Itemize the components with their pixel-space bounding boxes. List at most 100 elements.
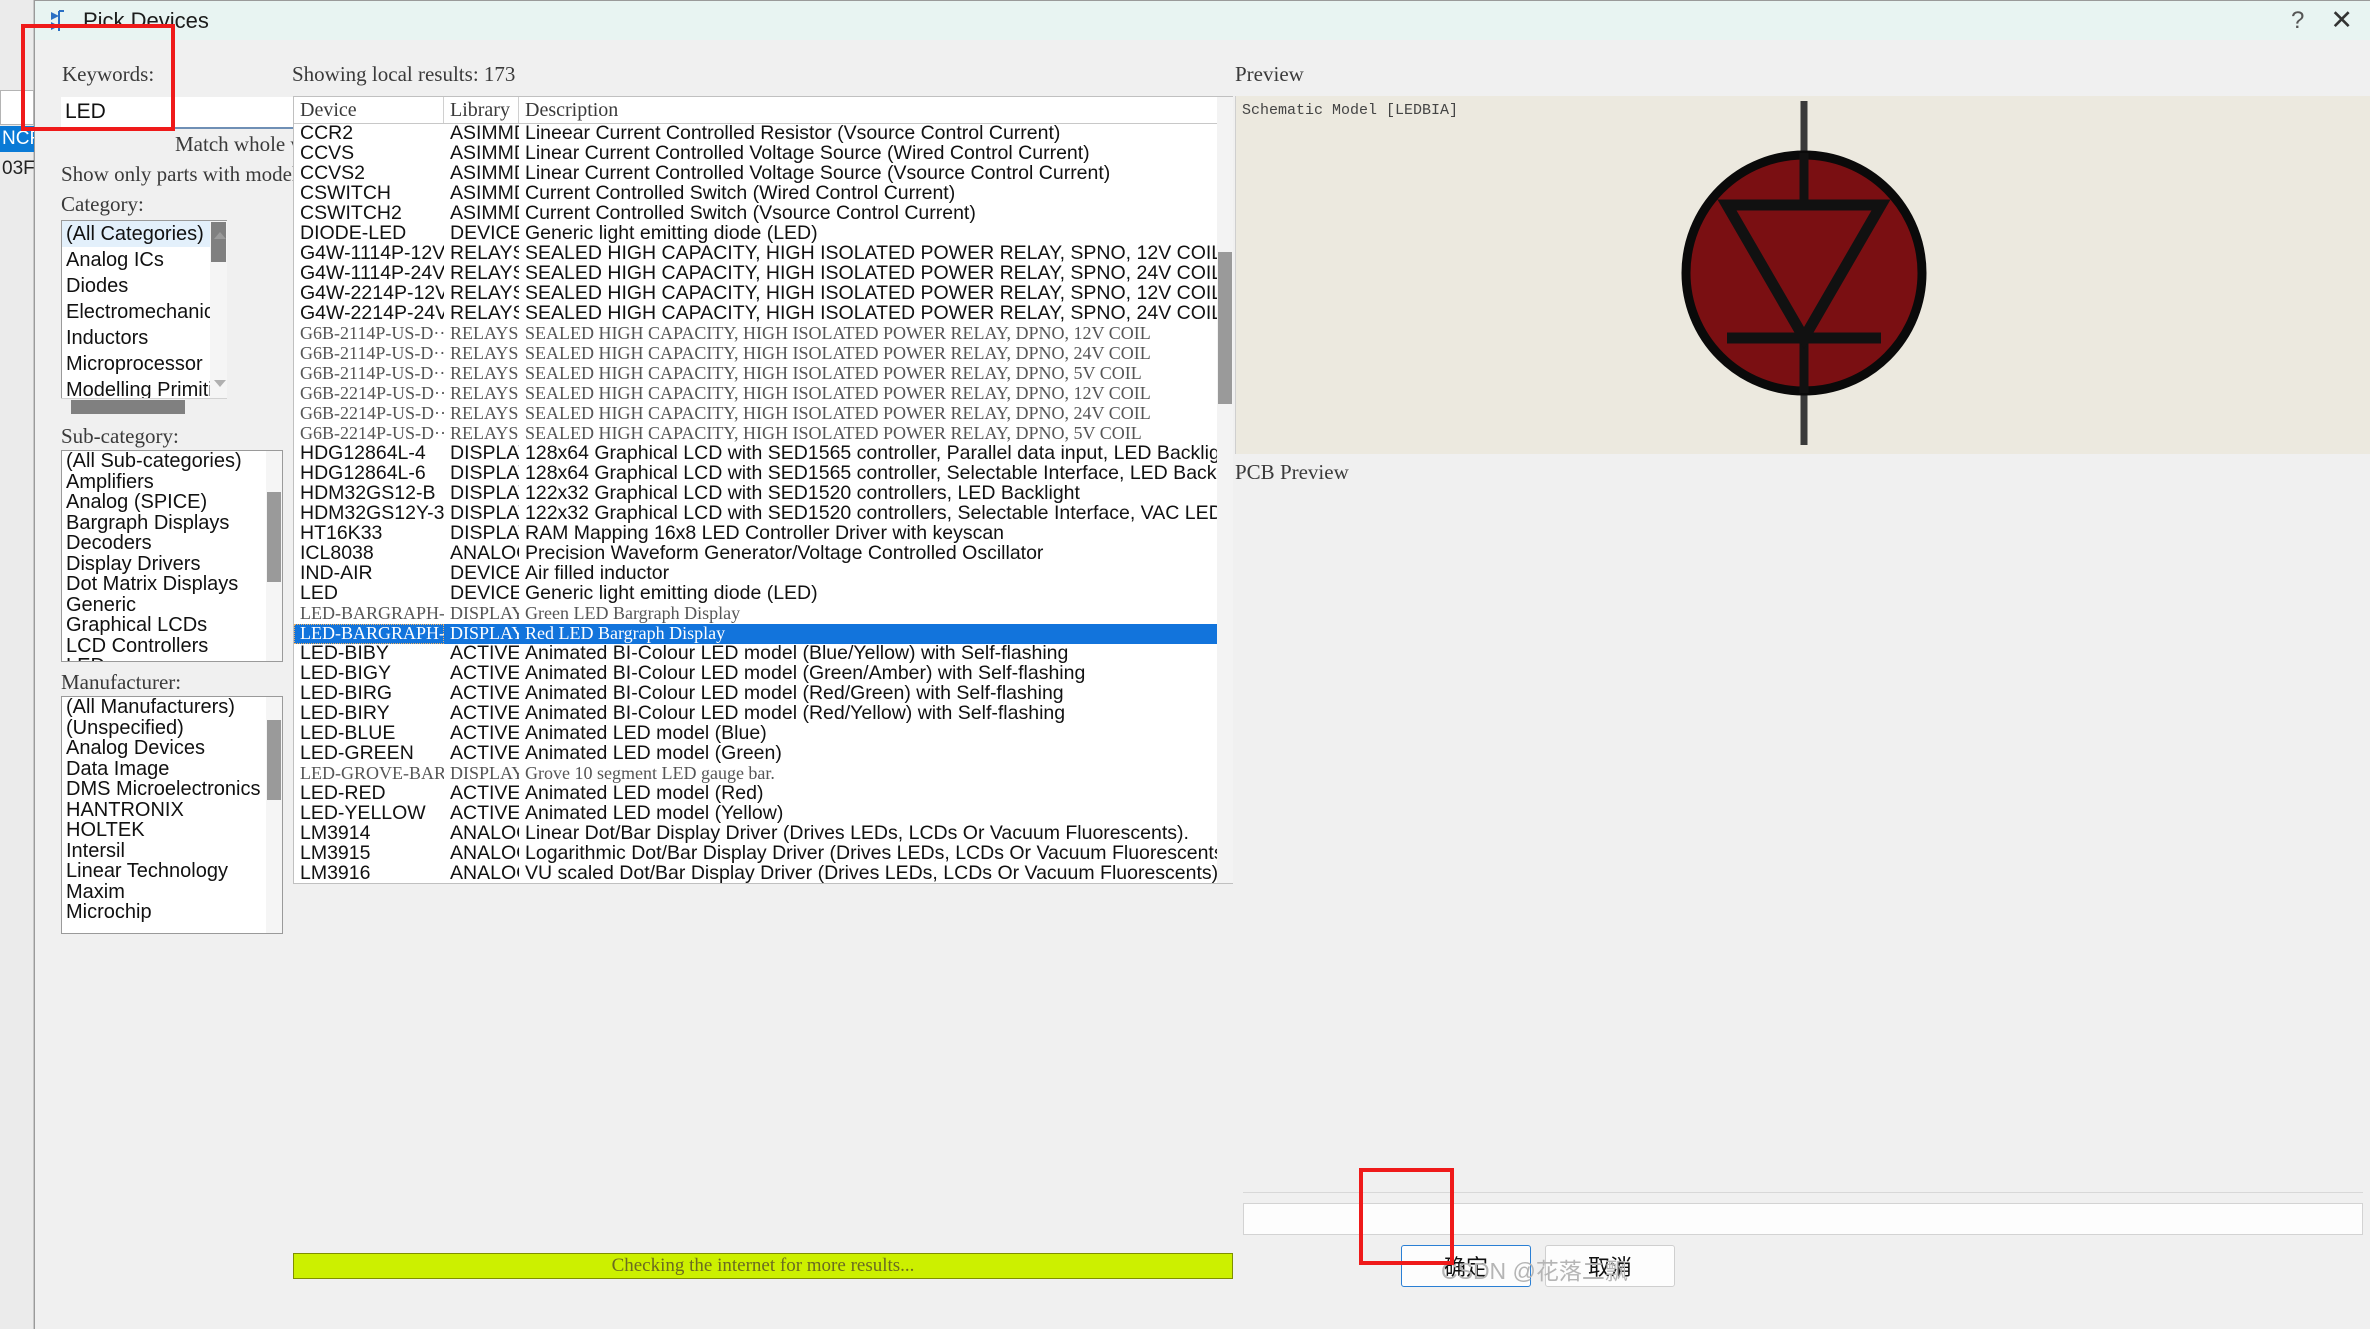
- table-row[interactable]: LED-BARGRAPH-··· DISPLAY Red LED Bargraph …: [294, 624, 1232, 644]
- table-row[interactable]: G6B-2114P-US-D··· RELAYS SEALED HIGH CAPAC…: [294, 344, 1232, 364]
- table-row[interactable]: LED-BIRY ACTIVE Animated BI-Colour LED mod…: [294, 704, 1232, 724]
- category-item-5[interactable]: Microprocessor ICs: [62, 351, 226, 377]
- subcategory-item-10[interactable]: LEDs: [62, 656, 282, 661]
- table-row[interactable]: G6B-2114P-US-D··· RELAYS SEALED HIGH CAPAC…: [294, 324, 1232, 344]
- subcategory-item-3[interactable]: Bargraph Displays: [62, 512, 282, 534]
- table-row[interactable]: CSWITCH ASIMMDLS Current Controlled Switch…: [294, 184, 1232, 204]
- cell-device: G4W-1114P-12V: [300, 244, 444, 264]
- results-table[interactable]: Device Library Description CCR2ASIMMDLSL…: [293, 96, 1233, 884]
- results-vertical-scrollbar-thumb[interactable]: [1218, 252, 1232, 404]
- scroll-up-arrow-icon[interactable]: [214, 232, 226, 239]
- table-row[interactable]: HDM32GS12Y-3 DISPLAY 122x32 Graphical LCD …: [294, 504, 1232, 524]
- manufacturer-list[interactable]: (All Manufacturers) (Unspecified) Analog D…: [61, 696, 283, 934]
- category-list[interactable]: (All Categories) Analog ICs Diodes Electrom…: [61, 220, 227, 416]
- cell-device: LED: [300, 584, 338, 604]
- results-vertical-scrollbar[interactable]: [1217, 97, 1233, 883]
- cell-description: SEALED HIGH CAPACITY, HIGH ISOLATED POWE…: [525, 384, 1151, 403]
- table-row[interactable]: CCVS2 ASIMMDLS Linear Current Controlled V…: [294, 164, 1232, 184]
- table-row[interactable]: LM3914 ANALOG Linear Dot/Bar Display Drive…: [294, 824, 1232, 844]
- subcategory-item-4[interactable]: Decoders: [62, 533, 282, 554]
- dialog-titlebar[interactable]: Pick Devices ? ✕: [35, 1, 2370, 40]
- table-row[interactable]: LED-BIGY ACTIVE Animated BI-Colour LED mod…: [294, 664, 1232, 684]
- help-icon[interactable]: ?: [2291, 7, 2304, 35]
- column-header-description[interactable]: Description: [519, 97, 1232, 123]
- subcategory-item-7[interactable]: Generic: [62, 594, 282, 616]
- table-row[interactable]: CSWITCH2 ASIMMDLS Current Controlled Switc…: [294, 204, 1232, 224]
- category-item-2[interactable]: Diodes: [62, 273, 226, 299]
- subcategory-item-0[interactable]: (All Sub-categories): [62, 451, 282, 472]
- manufacturer-vertical-scrollbar-thumb[interactable]: [267, 720, 281, 800]
- category-item-1[interactable]: Analog ICs: [62, 247, 226, 273]
- subcategory-item-5[interactable]: Display Drivers: [62, 553, 282, 575]
- table-row[interactable]: LED-BARGRAPH-··· DISPLAY Green LED Bargrap…: [294, 604, 1232, 624]
- manufacturer-item-1[interactable]: (Unspecified): [62, 717, 282, 739]
- subcategory-vertical-scrollbar-thumb[interactable]: [267, 492, 281, 582]
- cell-description: SEALED HIGH CAPACITY, HIGH ISOLATED POWE…: [525, 324, 1151, 343]
- category-horizontal-scrollbar-thumb[interactable]: [71, 400, 185, 414]
- manufacturer-item-2[interactable]: Analog Devices: [62, 738, 282, 759]
- diode-icon: [47, 8, 73, 34]
- table-row[interactable]: LED-YELLOW ACTIVE Animated LED model (Yell…: [294, 804, 1232, 824]
- category-item-4[interactable]: Inductors: [62, 325, 226, 351]
- cell-library: DISPLAY: [450, 524, 519, 544]
- table-row[interactable]: CCR2 ASIMMDLS Lineear Current Controlled R…: [294, 124, 1232, 144]
- manufacturer-item-4[interactable]: DMS Microelectronics LTD: [62, 779, 282, 800]
- table-row[interactable]: LED-BIBY ACTIVE Animated BI-Colour LED mod…: [294, 644, 1232, 664]
- cell-device: G4W-2214P-24V: [300, 304, 444, 324]
- table-row[interactable]: LED-GROVE-BAR··· DISPLAY Grove 10 segment …: [294, 764, 1232, 784]
- category-item-0[interactable]: (All Categories): [62, 221, 226, 247]
- subcategory-item-9[interactable]: LCD Controllers: [62, 635, 282, 657]
- cell-device: HDG12864L-6: [300, 464, 426, 484]
- table-row[interactable]: LED-BIRG ACTIVE Animated BI-Colour LED mod…: [294, 684, 1232, 704]
- table-row[interactable]: IND-AIR DEVICE Air filled inductor: [294, 564, 1232, 584]
- manufacturer-item-6[interactable]: HOLTEK: [62, 820, 282, 841]
- subcategory-list[interactable]: (All Sub-categories) Amplifiers Analog (SP…: [61, 450, 283, 662]
- cell-library: DISPLAY: [450, 624, 519, 643]
- table-row[interactable]: DIODE-LED DEVICE Generic light emitting di…: [294, 224, 1232, 244]
- table-row[interactable]: G4W-2214P-12V RELAYS SEALED HIGH CAPACITY,…: [294, 284, 1232, 304]
- table-row[interactable]: HDG12864L-4 DISPLAY 128x64 Graphical LCD w…: [294, 444, 1232, 464]
- cell-description: SEALED HIGH CAPACITY, HIGH ISOLATED POWE…: [525, 244, 1223, 264]
- scroll-down-arrow-icon[interactable]: [214, 380, 226, 387]
- table-row[interactable]: G4W-1114P-12V RELAYS SEALED HIGH CAPACITY,…: [294, 244, 1232, 264]
- subcategory-item-8[interactable]: Graphical LCDs: [62, 615, 282, 636]
- table-row[interactable]: CCVS ASIMMDLS Linear Current Controlled Vo…: [294, 144, 1232, 164]
- subcategory-item-6[interactable]: Dot Matrix Displays: [62, 574, 282, 595]
- table-row[interactable]: G4W-1114P-24V RELAYS SEALED HIGH CAPACITY,…: [294, 264, 1232, 284]
- table-row[interactable]: HDM32GS12-B DISPLAY 122x32 Graphical LCD w…: [294, 484, 1232, 504]
- cell-description: Air filled inductor: [525, 564, 670, 584]
- manufacturer-item-3[interactable]: Data Image: [62, 758, 282, 780]
- manufacturer-item-7[interactable]: Intersil: [62, 840, 282, 862]
- manufacturer-item-10[interactable]: Microchip: [62, 902, 282, 923]
- manufacturer-item-9[interactable]: Maxim: [62, 881, 282, 903]
- table-row[interactable]: LED-BLUE ACTIVE Animated LED model (Blue): [294, 724, 1232, 744]
- table-row[interactable]: LED-RED ACTIVE Animated LED model (Red): [294, 784, 1232, 804]
- table-row[interactable]: G6B-2214P-US-D··· RELAYS SEALED HIGH CAPAC…: [294, 384, 1232, 404]
- manufacturer-item-5[interactable]: HANTRONIX: [62, 799, 282, 821]
- table-row[interactable]: G6B-2114P-US-D··· RELAYS SEALED HIGH CAPAC…: [294, 364, 1232, 384]
- category-vertical-scrollbar-thumb[interactable]: [211, 222, 226, 262]
- table-row[interactable]: HDG12864L-6 DISPLAY 128x64 Graphical LCD w…: [294, 464, 1232, 484]
- table-row[interactable]: LED DEVICE Generic light emitting diode (L…: [294, 584, 1232, 604]
- close-icon[interactable]: ✕: [2330, 5, 2353, 36]
- table-row[interactable]: HT16K33 DISPLAY RAM Mapping 16x8 LED Contr…: [294, 524, 1232, 544]
- subcategory-item-1[interactable]: Amplifiers: [62, 471, 282, 493]
- table-row[interactable]: G4W-2214P-24V RELAYS SEALED HIGH CAPACITY,…: [294, 304, 1232, 324]
- column-header-device[interactable]: Device: [294, 97, 444, 123]
- table-row[interactable]: G6B-2214P-US-D··· RELAYS SEALED HIGH CAPAC…: [294, 404, 1232, 424]
- table-row[interactable]: LM3915 ANALOG Logarithmic Dot/Bar Display …: [294, 844, 1232, 864]
- cell-library: DISPLAY: [450, 464, 519, 484]
- footer-input[interactable]: [1243, 1203, 2363, 1235]
- table-row[interactable]: ICL8038 ANALOG Precision Waveform Generato…: [294, 544, 1232, 564]
- cell-device: LED-RED: [300, 784, 386, 804]
- column-header-library[interactable]: Library: [444, 97, 519, 123]
- manufacturer-item-8[interactable]: Linear Technology: [62, 861, 282, 882]
- cell-library: ACTIVE: [450, 644, 519, 664]
- table-row[interactable]: G6B-2214P-US-D··· RELAYS SEALED HIGH CAPAC…: [294, 424, 1232, 444]
- cell-device: G4W-2214P-12V: [300, 284, 444, 304]
- manufacturer-item-0[interactable]: (All Manufacturers): [62, 697, 282, 718]
- table-row[interactable]: LED-GREEN ACTIVE Animated LED model (Green…: [294, 744, 1232, 764]
- subcategory-item-2[interactable]: Analog (SPICE): [62, 492, 282, 513]
- table-row[interactable]: LM3916 ANALOG VU scaled Dot/Bar Display Dr…: [294, 864, 1232, 883]
- category-item-3[interactable]: Electromechanical: [62, 299, 226, 325]
